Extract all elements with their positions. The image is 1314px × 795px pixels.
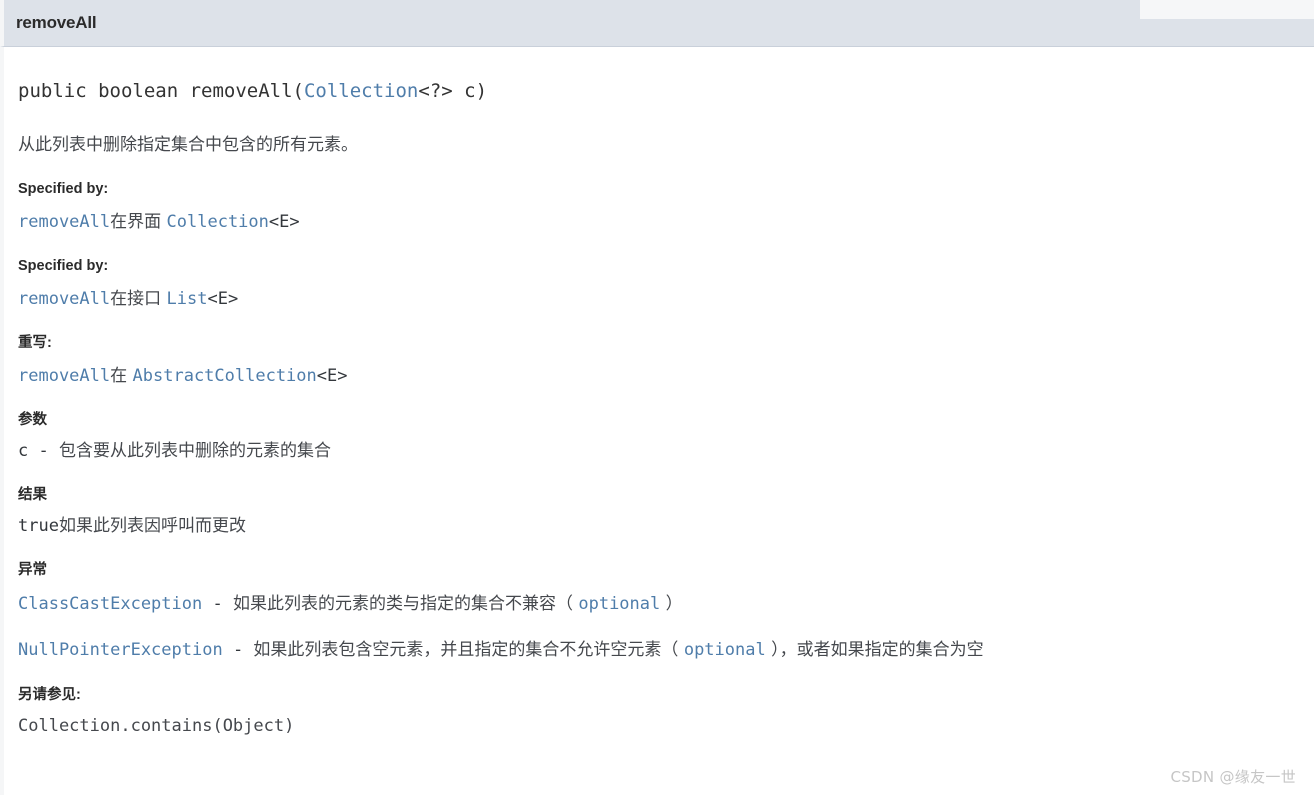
owner-type-link[interactable]: List <box>167 289 208 309</box>
exception-type-link[interactable]: NullPointerException <box>18 640 223 660</box>
block-connector: 在接口 <box>110 289 167 309</box>
block-value: removeAll在界面 Collection<E> <box>18 210 1300 234</box>
exception-type-link[interactable]: ClassCastException <box>18 594 202 614</box>
exception-separator: - <box>202 594 233 614</box>
exception-text-after: ），或者如果指定的集合为空 <box>765 640 984 660</box>
parameter-entry: c - 包含要从此列表中删除的元素的集合 <box>18 439 1300 463</box>
see-also-block: 另请参见: Collection.contains(Object) <box>18 685 1300 738</box>
block-connector: 在 <box>110 366 133 386</box>
exception-optional-tag: optional <box>683 640 766 660</box>
returns-description: 如果此列表因呼叫而更改 <box>58 516 246 536</box>
method-header-bar: removeAll <box>0 0 1314 47</box>
parameter-name: c <box>18 441 29 461</box>
owner-generic: <E> <box>316 366 348 386</box>
overrides-block: 重写: removeAll在 AbstractCollection<E> <box>18 333 1300 388</box>
throws-entry-0: ClassCastException - 如果此列表的元素的类与指定的集合不兼容… <box>18 591 1300 617</box>
block-connector: 在界面 <box>110 212 167 232</box>
returns-label: 结果 <box>18 487 47 503</box>
parameter-separator: - <box>28 441 59 461</box>
see-also-label: 另请参见: <box>18 687 81 703</box>
page-title: removeAll <box>16 13 97 32</box>
owner-type-link[interactable]: AbstractCollection <box>133 366 317 386</box>
member-link[interactable]: removeAll <box>18 212 110 232</box>
csdn-watermark: CSDN @缘友一世 <box>1170 768 1296 786</box>
parameters-block: 参数 c - 包含要从此列表中删除的元素的集合 <box>18 410 1300 463</box>
specified-by-block-0: Specified by: removeAll在界面 Collection<E> <box>18 179 1300 234</box>
signature-param-type-link[interactable]: Collection <box>304 80 418 102</box>
returns-value: true <box>18 516 59 536</box>
exception-text-before: 如果此列表的元素的类与指定的集合不兼容（ <box>232 594 579 614</box>
owner-generic: <E> <box>268 212 300 232</box>
member-link[interactable]: removeAll <box>18 289 110 309</box>
exception-optional-tag: optional <box>578 594 661 614</box>
method-description: 从此列表中删除指定集合中包含的所有元素。 <box>18 135 358 155</box>
exception-separator: - <box>222 640 254 660</box>
see-also-link[interactable]: Collection.contains(Object) <box>18 714 1300 738</box>
block-label: Specified by: <box>18 258 109 274</box>
member-link[interactable]: removeAll <box>18 366 110 386</box>
exception-text-after: ） <box>660 594 683 614</box>
method-detail-content: public boolean removeAll(Collection<?> c… <box>0 47 1314 795</box>
block-value: removeAll在接口 List<E> <box>18 287 1300 311</box>
signature-param-name: c) <box>464 80 488 102</box>
throws-block: 异常 ClassCastException - 如果此列表的元素的类与指定的集合… <box>18 560 1300 663</box>
corner-overlay-chip <box>1140 0 1314 19</box>
specified-by-block-1: Specified by: removeAll在接口 List<E> <box>18 256 1300 311</box>
throws-label: 异常 <box>18 562 47 578</box>
throws-entry-1: NullPointerException - 如果此列表包含空元素，并且指定的集… <box>18 637 1300 663</box>
parameters-label: 参数 <box>18 412 47 428</box>
signature-prefix: public boolean removeAll( <box>18 80 304 102</box>
exception-text-before: 如果此列表包含空元素，并且指定的集合不允许空元素（ <box>253 640 684 660</box>
block-value: removeAll在 AbstractCollection<E> <box>18 364 1300 388</box>
owner-generic: <E> <box>207 289 239 309</box>
signature-generic: <?> <box>418 80 465 102</box>
returns-block: 结果 true如果此列表因呼叫而更改 <box>18 485 1300 538</box>
owner-type-link[interactable]: Collection <box>167 212 269 232</box>
returns-entry: true如果此列表因呼叫而更改 <box>18 514 1300 538</box>
block-label: 重写: <box>18 335 52 351</box>
parameter-description: 包含要从此列表中删除的元素的集合 <box>58 441 331 461</box>
block-label: Specified by: <box>18 181 109 197</box>
method-signature: public boolean removeAll(Collection<?> c… <box>18 79 1300 103</box>
